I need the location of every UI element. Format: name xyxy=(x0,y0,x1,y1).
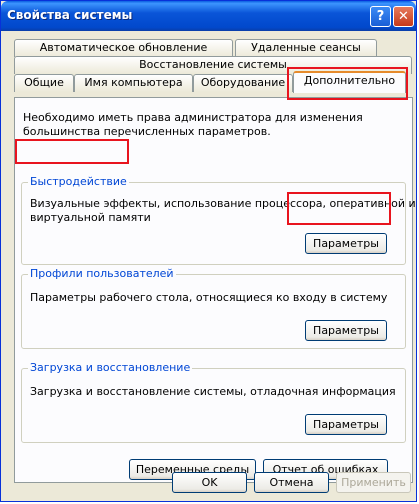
help-icon[interactable]: ? xyxy=(370,6,391,27)
startup-recovery-settings-button[interactable]: Параметры xyxy=(305,414,387,435)
title-bar[interactable]: Свойства системы ? ✕ xyxy=(1,1,416,31)
user-profiles-group: Профили пользователей Параметры рабочего… xyxy=(21,267,406,349)
system-properties-window: Свойства системы ? ✕ Автоматическое обно… xyxy=(0,0,417,502)
tab-computer-name[interactable]: Имя компьютера xyxy=(74,74,193,92)
performance-desc-line-1: Визуальные эффекты, использование процес… xyxy=(30,197,416,210)
startup-recovery-group-title: Загрузка и восстановление xyxy=(28,361,193,374)
apply-button[interactable]: Применить xyxy=(336,472,411,493)
user-profiles-settings-button[interactable]: Параметры xyxy=(305,320,387,341)
cancel-button[interactable]: Отмена xyxy=(254,472,329,493)
user-profiles-description: Параметры рабочего стола, относящиеся ко… xyxy=(30,291,388,304)
tab-automatic-updates[interactable]: Автоматическое обновление xyxy=(14,39,233,57)
user-profiles-group-title: Профили пользователей xyxy=(28,267,176,280)
tab-hardware[interactable]: Оборудование xyxy=(193,74,293,92)
performance-desc-line-2: виртуальной памяти xyxy=(30,211,151,224)
tab-advanced[interactable]: Дополнительно xyxy=(293,71,406,93)
performance-group-title: Быстродействие xyxy=(28,175,129,188)
startup-recovery-description: Загрузка и восстановление системы, отлад… xyxy=(30,385,396,398)
admin-note-line-2: большинства перечисленных параметров. xyxy=(23,125,271,138)
dialog-client-area: Автоматическое обновление Удаленные сеан… xyxy=(4,31,416,498)
performance-description: Визуальные эффекты, использование процес… xyxy=(30,197,416,225)
admin-note-line-1: Необходимо иметь права администратора дл… xyxy=(23,111,363,124)
performance-settings-button[interactable]: Параметры xyxy=(305,233,387,254)
window-title: Свойства системы xyxy=(7,8,133,22)
admin-rights-note: Необходимо иметь права администратора дл… xyxy=(23,111,363,139)
ok-button[interactable]: OK xyxy=(172,472,247,493)
tab-general[interactable]: Общие xyxy=(14,74,74,92)
performance-group: Быстродействие Визуальные эффекты, испол… xyxy=(21,175,416,265)
advanced-tab-panel: Необходимо иметь права администратора дл… xyxy=(14,97,416,483)
tab-remote-sessions[interactable]: Удаленные сеансы xyxy=(235,39,377,57)
startup-recovery-group: Загрузка и восстановление Загрузка и вос… xyxy=(21,361,406,443)
close-icon[interactable]: ✕ xyxy=(393,6,414,27)
